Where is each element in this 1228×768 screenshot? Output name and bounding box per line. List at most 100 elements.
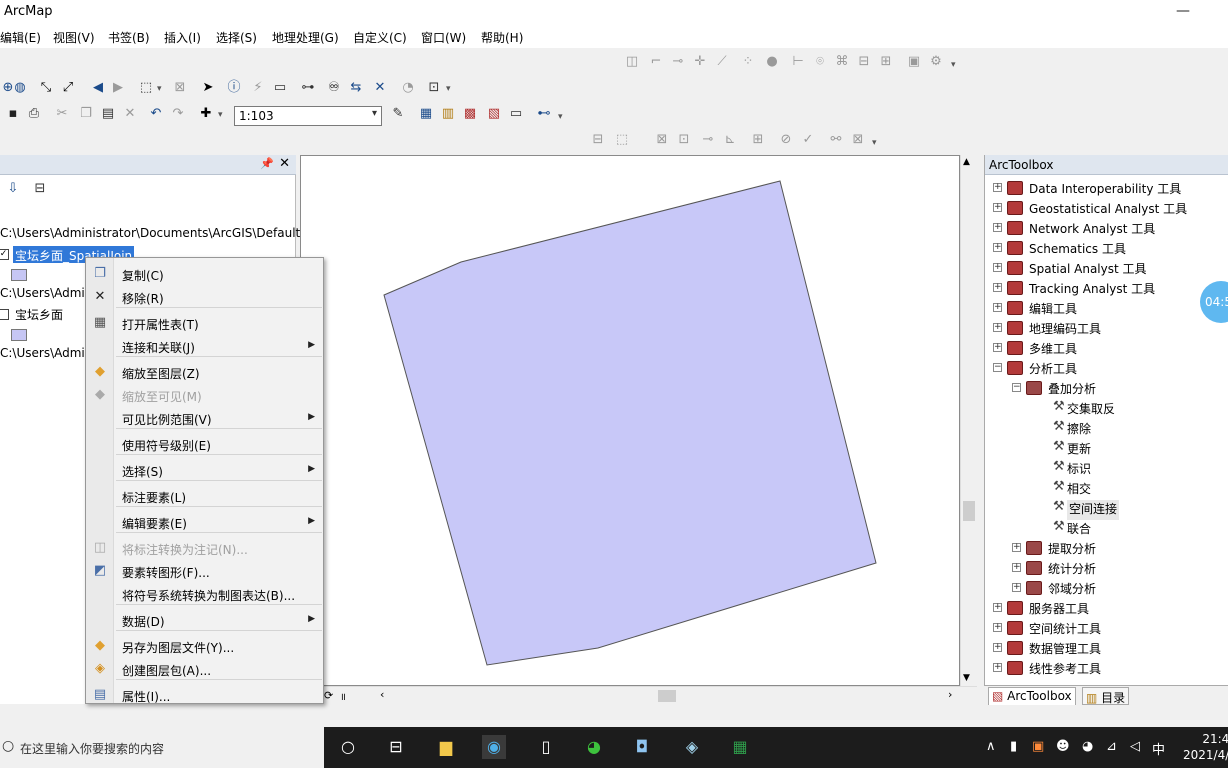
table-link-icon[interactable]: ⊠ [850,132,866,148]
menu-customize[interactable]: 自定义(C) [353,29,407,46]
sketch-icon[interactable]: ⁘ [740,54,756,70]
map-canvas[interactable] [301,156,961,687]
time-slider-icon[interactable]: ◔ [400,80,416,96]
context-menu-item[interactable]: 连接和关联(J) [122,339,195,356]
toolbox-item[interactable]: Spatial Analyst 工具 [1029,260,1147,280]
toolbox-item[interactable]: Geostatistical Analyst 工具 [1029,200,1187,220]
context-menu-item[interactable]: 标注要素(L) [122,489,186,506]
find-binoculars-icon[interactable]: ♾ [326,80,342,96]
menu-edit[interactable]: 编辑(E) [0,29,41,46]
add-data-icon[interactable]: ✚ [198,106,214,122]
toolbox-item[interactable]: Tracking Analyst 工具 [1029,280,1155,300]
toolbox-item[interactable]: 线性参考工具 [1029,660,1101,680]
cut-polygon-icon[interactable]: ⊸ [670,54,686,70]
close-icon[interactable]: ✕ [279,156,290,171]
map-display[interactable] [300,155,960,686]
expand-icon[interactable]: + [993,223,1002,232]
polygon-feature[interactable] [383,180,877,666]
gear-icon[interactable]: ⚙ [928,54,944,70]
toolbox-tool[interactable]: 联合 [1067,520,1091,540]
expand-icon[interactable]: + [993,303,1002,312]
context-menu-item[interactable]: 打开属性表(T) [122,316,199,333]
undo-icon[interactable]: ↶ [148,106,164,122]
scroll-up-icon[interactable]: ▲ [963,157,970,167]
context-menu-item[interactable]: 将符号系统转换为制图表达(B)... [122,587,295,604]
menu-view[interactable]: 视图(V) [53,29,95,46]
toolbox-item[interactable]: 编辑工具 [1029,300,1077,320]
expand-icon[interactable]: + [993,283,1002,292]
viewer-dropdown-icon[interactable]: ▾ [446,84,454,94]
attributes-icon[interactable]: ⌾ [812,54,828,70]
cortana-icon[interactable]: ○ [336,735,360,759]
reshape-icon[interactable]: ⌐ [648,54,664,70]
document-icon[interactable]: ▯ [534,735,558,759]
arcmap-taskbar-icon[interactable]: ◉ [482,735,506,759]
layer2-visibility-checkbox[interactable] [0,309,9,320]
hyperlink-icon[interactable]: ⚡ [250,80,266,96]
fit-icon[interactable]: ⊠ [654,132,670,148]
copy-icon[interactable]: ❐ [78,106,94,122]
toolbox-tool[interactable]: 交集取反 [1067,400,1115,420]
expand-icon[interactable]: + [1012,563,1021,572]
toc-window-icon[interactable]: ▦ [418,106,434,122]
clear-selection-icon[interactable]: ⊠ [172,80,188,96]
toolbox-tool[interactable]: 擦除 [1067,420,1091,440]
pointer-icon[interactable]: ➤ [200,80,216,96]
scroll-right-icon[interactable]: › [948,688,952,701]
map-horizontal-scrollbar[interactable]: ⟳ ॥ ‹ › [300,686,977,704]
context-menu-item[interactable]: 使用符号级别(E) [122,437,211,454]
cut-icon[interactable]: ✂ [54,106,70,122]
file-explorer-icon[interactable]: ▆ [434,735,458,759]
map-scale-combobox[interactable]: 1:103 ▾ [234,106,382,126]
select-features-icon[interactable]: ⬚ [138,80,154,96]
create-features-icon[interactable]: ⊟ [856,54,872,70]
wechat-icon[interactable]: ◕ [582,735,606,759]
menu-geoprocessing[interactable]: 地理处理(G) [272,29,339,46]
forward-arrow-icon[interactable]: ▶ [110,80,126,96]
split-icon[interactable]: ✛ [692,54,708,70]
toolbar-dropdown-icon[interactable]: ▾ [951,60,959,70]
tray-app-icon[interactable]: ▣ [1032,739,1044,754]
rotate-icon[interactable]: ⟋ [714,54,730,70]
refresh-icon[interactable]: ⟳ [324,689,333,702]
map-vertical-scrollbar[interactable]: ▲ ▼ [960,155,977,686]
notes-icon[interactable]: ◈ [680,735,704,759]
context-menu-item[interactable]: 移除(R) [122,290,164,307]
list-by-drawing-order-icon[interactable]: ⇩ [5,181,21,197]
scale-icon[interactable]: ⊾ [722,132,738,148]
catalog-window-icon[interactable]: ▥ [440,106,456,122]
layer2-name[interactable]: 宝坛乡面 [15,306,63,323]
network-icon[interactable]: ⊿ [1106,739,1117,754]
toolbox-item[interactable]: 叠加分析 [1048,380,1096,400]
context-menu-item[interactable]: 可见比例范围(V) [122,411,212,428]
layer-icon[interactable]: ▣ [906,54,922,70]
shift-icon[interactable]: ⊸ [700,132,716,148]
toolbox-tool[interactable]: 相交 [1067,480,1091,500]
identify-icon[interactable]: ⓘ [226,80,242,96]
list-by-source-icon[interactable]: ⊟ [32,181,48,197]
taskbar-search[interactable]: ○ 在这里输入你要搜索的内容 [0,727,324,768]
context-menu-item[interactable]: 数据(D) [122,613,165,630]
horizontal-scroll-thumb[interactable] [658,690,676,702]
editor-toolbar-icon[interactable]: ✎ [390,106,406,122]
route-icon[interactable]: ⇆ [348,80,364,96]
expand-icon[interactable]: + [1012,543,1021,552]
toolbox-item[interactable]: 邻域分析 [1048,580,1096,600]
redo-icon[interactable]: ↷ [170,106,186,122]
minimize-button[interactable]: — [1160,0,1206,22]
delete-icon[interactable]: ✕ [122,106,138,122]
menu-selection[interactable]: 选择(S) [216,29,257,46]
full-extent-icon[interactable]: ⊞ [750,132,766,148]
collapse-icon[interactable]: − [993,363,1002,372]
toolbox-item[interactable]: 分析工具 [1029,360,1077,380]
toolbox-item[interactable]: 空间统计工具 [1029,620,1101,640]
toolbox-item[interactable]: Data Interoperability 工具 [1029,180,1181,200]
python-window-icon[interactable]: ▭ [508,106,524,122]
pin-icon[interactable]: 📌 [260,157,274,170]
context-menu-item[interactable]: 选择(S) [122,463,163,480]
toolbox-tool[interactable]: 标识 [1067,460,1091,480]
globe-icon[interactable]: ◍ [12,80,28,96]
search-window-icon[interactable]: ▩ [462,106,478,122]
layout-icon[interactable]: ⊟ [590,132,606,148]
tab-catalog[interactable]: ▥ 目录 [1082,687,1130,705]
